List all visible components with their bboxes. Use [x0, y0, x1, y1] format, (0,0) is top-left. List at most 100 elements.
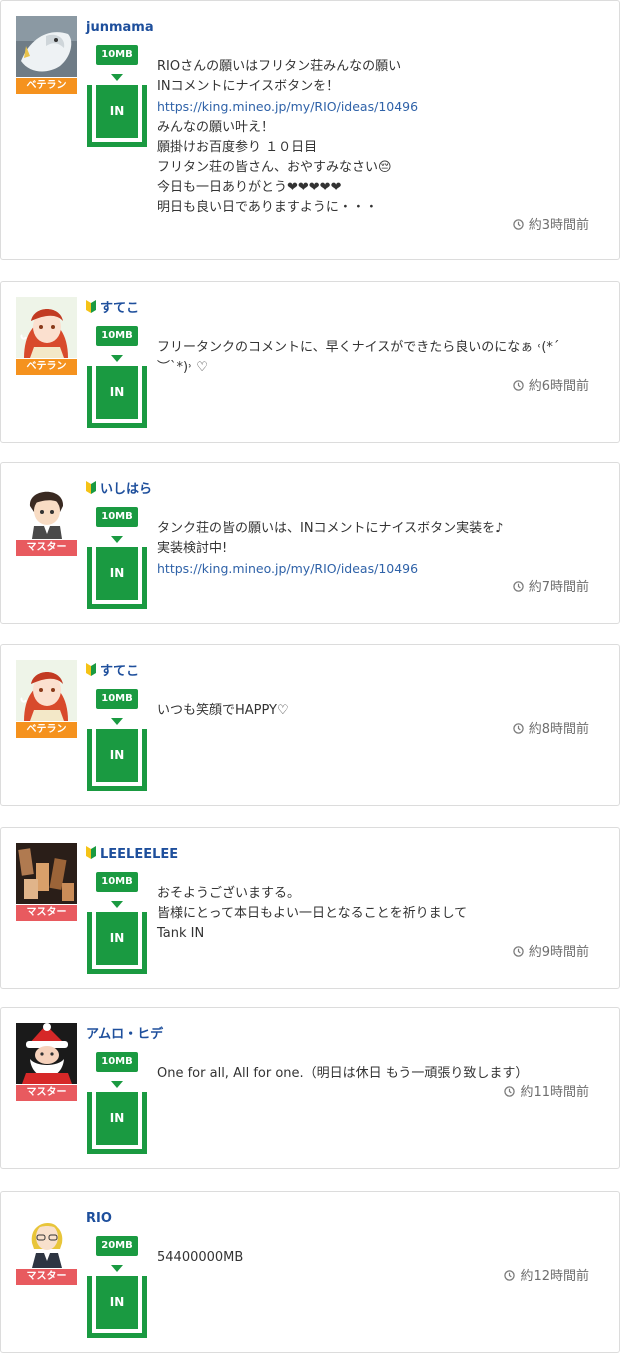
- user-rank-badge: マスター: [16, 905, 77, 921]
- idea-link[interactable]: https://king.mineo.jp/my/RIO/ideas/10496: [157, 561, 418, 576]
- message-line: Tank IN: [157, 924, 467, 944]
- post-time: 約7時間前: [512, 579, 589, 597]
- message-line: おそようございまする。: [157, 884, 467, 904]
- username-link[interactable]: RIO: [86, 1210, 112, 1228]
- username-link[interactable]: いしはら: [86, 481, 152, 499]
- arrow-down-icon: [111, 536, 123, 543]
- username-link[interactable]: すてこ: [86, 663, 139, 681]
- message-text: みんなの願い叶え！: [157, 120, 275, 135]
- red-hair-girl-avatar[interactable]: [16, 297, 77, 358]
- tank-in-graphic: 10MB IN: [87, 1052, 147, 1154]
- tank-in-graphic: 10MB IN: [87, 45, 147, 147]
- message-text: 実装検討中!: [157, 541, 228, 556]
- username-link[interactable]: アムロ・ヒデ: [86, 1026, 163, 1044]
- comment-message: One for all, All for one.（明日は休日 もう一頑張り致し…: [157, 1064, 528, 1084]
- tank-in-label: IN: [96, 85, 138, 138]
- mb-amount-tag: 10MB: [96, 45, 138, 65]
- clock-icon: [504, 1085, 516, 1097]
- arrow-down-icon: [111, 1265, 123, 1272]
- message-text: フリタン荘の皆さん、おやすみなさい😔: [157, 160, 392, 175]
- message-line: https://king.mineo.jp/my/RIO/ideas/10496: [157, 97, 418, 118]
- post-time: 約3時間前: [512, 217, 589, 235]
- mb-amount-tag: 10MB: [96, 1052, 138, 1072]
- tank-in-graphic: 10MB IN: [87, 689, 147, 791]
- message-text: 皆様にとって本日もよい一日となることを祈りまして: [157, 906, 468, 921]
- message-text: いつも笑顔でHAPPY♡: [157, 703, 289, 718]
- clock-icon: [512, 379, 524, 391]
- tank-body: IN: [87, 729, 147, 791]
- message-line: One for all, All for one.（明日は休日 もう一頑張り致し…: [157, 1064, 528, 1084]
- comment-card: ベテラン すてこ 10MB IN いつも笑顔でHAPPY♡ 約8時間前: [0, 644, 620, 806]
- beginner-mark-icon: [86, 300, 96, 313]
- message-text: 明日も良い日でありますように・・・: [157, 200, 378, 215]
- time-text: 約9時間前: [528, 945, 589, 960]
- username-text: LEELEELEE: [100, 847, 179, 862]
- blonde-woman-avatar[interactable]: [16, 1207, 77, 1268]
- idea-link[interactable]: https://king.mineo.jp/my/RIO/ideas/10496: [157, 99, 418, 114]
- tank-in-label: IN: [96, 1276, 138, 1329]
- tank-in-graphic: 20MB IN: [87, 1236, 147, 1338]
- username-link[interactable]: すてこ: [86, 300, 139, 318]
- username-text: すてこ: [100, 301, 140, 316]
- arrow-down-icon: [111, 901, 123, 908]
- post-time: 約6時間前: [512, 378, 589, 396]
- message-text: 今日も一日ありがとう❤❤❤❤❤: [157, 180, 342, 195]
- comment-card: ベテラン すてこ 10MB IN フリータンクのコメントに、早くナイスができたら良いのに…: [0, 281, 620, 443]
- beginner-mark-icon: [86, 481, 96, 494]
- message-text: 願掛けお百度参り １０日目: [157, 140, 318, 155]
- comment-card: マスター アムロ・ヒデ 10MB IN One for all, All for one…: [0, 1007, 620, 1169]
- comment-message: タンク荘の皆の願いは、INコメントにナイスボタン実装を♪ 実装検討中! https:…: [157, 519, 503, 580]
- user-rank-badge: ベテラン: [16, 78, 77, 94]
- message-text: RIOさんの願いはフリタン荘みんなの願い: [157, 59, 402, 74]
- tank-in-label: IN: [96, 1092, 138, 1145]
- white-bird-avatar[interactable]: [16, 16, 77, 77]
- username-link[interactable]: junmama: [86, 19, 154, 37]
- post-time: 約12時間前: [504, 1268, 589, 1286]
- tank-body: IN: [87, 85, 147, 147]
- time-text: 約7時間前: [528, 580, 589, 595]
- tank-body: IN: [87, 1092, 147, 1154]
- message-line: 実装検討中!: [157, 539, 503, 559]
- tank-body: IN: [87, 912, 147, 974]
- time-text: 約11時間前: [520, 1085, 589, 1100]
- arrow-down-icon: [111, 1081, 123, 1088]
- santa-avatar[interactable]: [16, 1023, 77, 1084]
- red-hair-girl-avatar[interactable]: [16, 660, 77, 721]
- comment-card: マスター LEELEELEE 10MB IN おそようございまする。皆様にとって本日もよ…: [0, 827, 620, 989]
- user-rank-badge: ベテラン: [16, 722, 77, 738]
- comment-message: フリータンクのコメントに、早くナイスができたら良いのになぁ ˓(*´ ︶`*)˒ …: [157, 338, 559, 378]
- post-time: 約11時間前: [504, 1084, 589, 1102]
- post-time: 約9時間前: [512, 944, 589, 962]
- clock-icon: [512, 722, 524, 734]
- message-line: 皆様にとって本日もよい一日となることを祈りまして: [157, 904, 467, 924]
- time-text: 約3時間前: [528, 218, 589, 233]
- username-text: junmama: [86, 20, 154, 35]
- tank-in-label: IN: [96, 729, 138, 782]
- tank-in-label: IN: [96, 912, 138, 965]
- clock-icon: [512, 218, 524, 230]
- message-line: フリタン荘の皆さん、おやすみなさい😔: [157, 158, 418, 178]
- tank-in-label: IN: [96, 547, 138, 600]
- message-line: 願掛けお百度参り １０日目: [157, 138, 418, 158]
- chocolate-bars-avatar[interactable]: [16, 843, 77, 904]
- message-text: One for all, All for one.（明日は休日 もう一頑張り致し…: [157, 1066, 529, 1081]
- user-rank-badge: マスター: [16, 540, 77, 556]
- message-text: ︶`*)˒ ♡: [157, 360, 208, 375]
- message-line: https://king.mineo.jp/my/RIO/ideas/10496: [157, 559, 503, 580]
- arrow-down-icon: [111, 355, 123, 362]
- tank-body: IN: [87, 366, 147, 428]
- clock-icon: [512, 580, 524, 592]
- mb-amount-tag: 10MB: [96, 689, 138, 709]
- username-text: アムロ・ヒデ: [86, 1027, 164, 1042]
- post-time: 約8時間前: [512, 721, 589, 739]
- tank-in-graphic: 10MB IN: [87, 326, 147, 428]
- message-text: タンク荘の皆の願いは、INコメントにナイスボタン実装を♪: [157, 521, 504, 536]
- user-rank-badge: マスター: [16, 1269, 77, 1285]
- tank-in-graphic: 10MB IN: [87, 872, 147, 974]
- message-line: 今日も一日ありがとう❤❤❤❤❤: [157, 178, 418, 198]
- boy-avatar[interactable]: [16, 478, 77, 539]
- message-line: 明日も良い日でありますように・・・: [157, 198, 418, 218]
- message-line: ︶`*)˒ ♡: [157, 358, 559, 378]
- time-text: 約6時間前: [528, 379, 589, 394]
- username-link[interactable]: LEELEELEE: [86, 846, 178, 864]
